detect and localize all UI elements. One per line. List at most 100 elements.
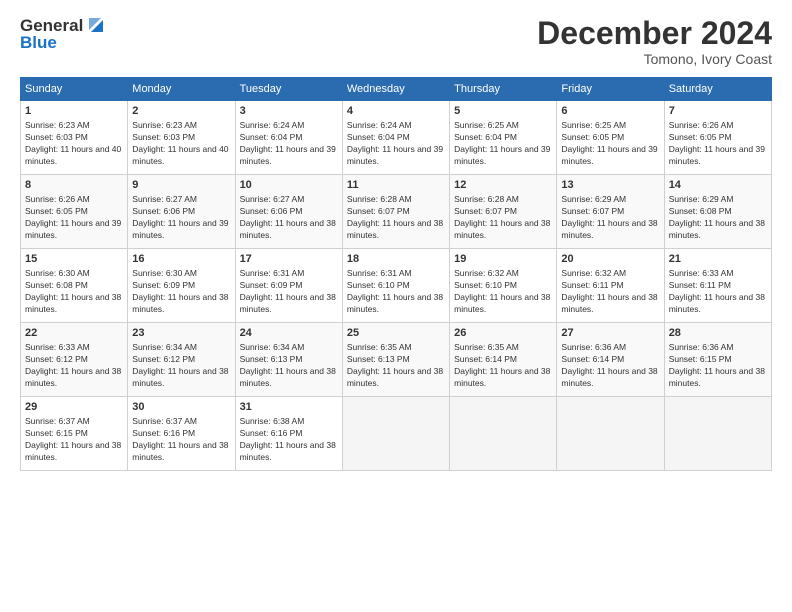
day-number: 14	[669, 178, 767, 193]
day-info: Sunrise: 6:33 AMSunset: 6:12 PMDaylight:…	[25, 342, 123, 390]
calendar-cell: 18Sunrise: 6:31 AMSunset: 6:10 PMDayligh…	[342, 249, 449, 323]
day-number: 22	[25, 326, 123, 341]
calendar-cell: 23Sunrise: 6:34 AMSunset: 6:12 PMDayligh…	[128, 323, 235, 397]
weekday-header-row: SundayMondayTuesdayWednesdayThursdayFrid…	[21, 78, 772, 101]
calendar-cell: 15Sunrise: 6:30 AMSunset: 6:08 PMDayligh…	[21, 249, 128, 323]
day-number: 26	[454, 326, 552, 341]
day-number: 23	[132, 326, 230, 341]
day-info: Sunrise: 6:34 AMSunset: 6:12 PMDaylight:…	[132, 342, 230, 390]
day-info: Sunrise: 6:25 AMSunset: 6:05 PMDaylight:…	[561, 120, 659, 168]
day-info: Sunrise: 6:36 AMSunset: 6:15 PMDaylight:…	[669, 342, 767, 390]
day-number: 10	[240, 178, 338, 193]
day-info: Sunrise: 6:31 AMSunset: 6:09 PMDaylight:…	[240, 268, 338, 316]
weekday-header-tuesday: Tuesday	[235, 78, 342, 101]
day-number: 2	[132, 104, 230, 119]
day-number: 4	[347, 104, 445, 119]
weekday-header-monday: Monday	[128, 78, 235, 101]
calendar-cell: 26Sunrise: 6:35 AMSunset: 6:14 PMDayligh…	[450, 323, 557, 397]
calendar-cell: 14Sunrise: 6:29 AMSunset: 6:08 PMDayligh…	[664, 175, 771, 249]
day-info: Sunrise: 6:27 AMSunset: 6:06 PMDaylight:…	[240, 194, 338, 242]
calendar-cell: 20Sunrise: 6:32 AMSunset: 6:11 PMDayligh…	[557, 249, 664, 323]
calendar-cell	[342, 397, 449, 471]
day-number: 8	[25, 178, 123, 193]
day-info: Sunrise: 6:36 AMSunset: 6:14 PMDaylight:…	[561, 342, 659, 390]
calendar-cell: 2Sunrise: 6:23 AMSunset: 6:03 PMDaylight…	[128, 101, 235, 175]
calendar-cell: 7Sunrise: 6:26 AMSunset: 6:05 PMDaylight…	[664, 101, 771, 175]
weekday-header-wednesday: Wednesday	[342, 78, 449, 101]
calendar-week-5: 29Sunrise: 6:37 AMSunset: 6:15 PMDayligh…	[21, 397, 772, 471]
day-info: Sunrise: 6:32 AMSunset: 6:11 PMDaylight:…	[561, 268, 659, 316]
calendar-week-4: 22Sunrise: 6:33 AMSunset: 6:12 PMDayligh…	[21, 323, 772, 397]
calendar-cell	[450, 397, 557, 471]
day-number: 19	[454, 252, 552, 267]
day-number: 12	[454, 178, 552, 193]
calendar-cell: 6Sunrise: 6:25 AMSunset: 6:05 PMDaylight…	[557, 101, 664, 175]
calendar-cell: 24Sunrise: 6:34 AMSunset: 6:13 PMDayligh…	[235, 323, 342, 397]
calendar-cell: 11Sunrise: 6:28 AMSunset: 6:07 PMDayligh…	[342, 175, 449, 249]
day-number: 5	[454, 104, 552, 119]
day-info: Sunrise: 6:28 AMSunset: 6:07 PMDaylight:…	[347, 194, 445, 242]
calendar-cell: 9Sunrise: 6:27 AMSunset: 6:06 PMDaylight…	[128, 175, 235, 249]
calendar-cell: 10Sunrise: 6:27 AMSunset: 6:06 PMDayligh…	[235, 175, 342, 249]
day-info: Sunrise: 6:25 AMSunset: 6:04 PMDaylight:…	[454, 120, 552, 168]
title-area: December 2024 Tomono, Ivory Coast	[537, 16, 772, 67]
day-info: Sunrise: 6:37 AMSunset: 6:15 PMDaylight:…	[25, 416, 123, 464]
calendar-cell: 13Sunrise: 6:29 AMSunset: 6:07 PMDayligh…	[557, 175, 664, 249]
calendar-cell: 8Sunrise: 6:26 AMSunset: 6:05 PMDaylight…	[21, 175, 128, 249]
weekday-header-friday: Friday	[557, 78, 664, 101]
day-number: 7	[669, 104, 767, 119]
day-number: 25	[347, 326, 445, 341]
calendar-cell: 3Sunrise: 6:24 AMSunset: 6:04 PMDaylight…	[235, 101, 342, 175]
day-info: Sunrise: 6:26 AMSunset: 6:05 PMDaylight:…	[25, 194, 123, 242]
calendar-cell: 1Sunrise: 6:23 AMSunset: 6:03 PMDaylight…	[21, 101, 128, 175]
logo-triangle-icon	[85, 14, 107, 36]
calendar-cell: 31Sunrise: 6:38 AMSunset: 6:16 PMDayligh…	[235, 397, 342, 471]
calendar-cell	[557, 397, 664, 471]
day-number: 11	[347, 178, 445, 193]
day-number: 28	[669, 326, 767, 341]
day-number: 21	[669, 252, 767, 267]
day-info: Sunrise: 6:26 AMSunset: 6:05 PMDaylight:…	[669, 120, 767, 168]
day-info: Sunrise: 6:30 AMSunset: 6:09 PMDaylight:…	[132, 268, 230, 316]
weekday-header-thursday: Thursday	[450, 78, 557, 101]
day-number: 15	[25, 252, 123, 267]
weekday-header-sunday: Sunday	[21, 78, 128, 101]
calendar-cell: 19Sunrise: 6:32 AMSunset: 6:10 PMDayligh…	[450, 249, 557, 323]
calendar-cell: 16Sunrise: 6:30 AMSunset: 6:09 PMDayligh…	[128, 249, 235, 323]
day-number: 3	[240, 104, 338, 119]
calendar-cell: 28Sunrise: 6:36 AMSunset: 6:15 PMDayligh…	[664, 323, 771, 397]
day-info: Sunrise: 6:33 AMSunset: 6:11 PMDaylight:…	[669, 268, 767, 316]
day-info: Sunrise: 6:24 AMSunset: 6:04 PMDaylight:…	[240, 120, 338, 168]
logo-blue: Blue	[20, 33, 57, 53]
day-number: 6	[561, 104, 659, 119]
day-number: 24	[240, 326, 338, 341]
day-number: 16	[132, 252, 230, 267]
day-number: 1	[25, 104, 123, 119]
day-number: 27	[561, 326, 659, 341]
calendar-cell: 21Sunrise: 6:33 AMSunset: 6:11 PMDayligh…	[664, 249, 771, 323]
calendar-table: SundayMondayTuesdayWednesdayThursdayFrid…	[20, 77, 772, 471]
day-info: Sunrise: 6:30 AMSunset: 6:08 PMDaylight:…	[25, 268, 123, 316]
calendar-cell	[664, 397, 771, 471]
calendar-week-2: 8Sunrise: 6:26 AMSunset: 6:05 PMDaylight…	[21, 175, 772, 249]
weekday-header-saturday: Saturday	[664, 78, 771, 101]
day-info: Sunrise: 6:24 AMSunset: 6:04 PMDaylight:…	[347, 120, 445, 168]
day-info: Sunrise: 6:29 AMSunset: 6:07 PMDaylight:…	[561, 194, 659, 242]
calendar-cell: 30Sunrise: 6:37 AMSunset: 6:16 PMDayligh…	[128, 397, 235, 471]
day-number: 9	[132, 178, 230, 193]
day-number: 20	[561, 252, 659, 267]
day-info: Sunrise: 6:38 AMSunset: 6:16 PMDaylight:…	[240, 416, 338, 464]
calendar-cell: 22Sunrise: 6:33 AMSunset: 6:12 PMDayligh…	[21, 323, 128, 397]
calendar-cell: 25Sunrise: 6:35 AMSunset: 6:13 PMDayligh…	[342, 323, 449, 397]
day-number: 30	[132, 400, 230, 415]
calendar-week-1: 1Sunrise: 6:23 AMSunset: 6:03 PMDaylight…	[21, 101, 772, 175]
calendar-week-3: 15Sunrise: 6:30 AMSunset: 6:08 PMDayligh…	[21, 249, 772, 323]
day-number: 18	[347, 252, 445, 267]
logo: General Blue	[20, 16, 107, 53]
day-info: Sunrise: 6:37 AMSunset: 6:16 PMDaylight:…	[132, 416, 230, 464]
location: Tomono, Ivory Coast	[537, 51, 772, 67]
calendar-cell: 17Sunrise: 6:31 AMSunset: 6:09 PMDayligh…	[235, 249, 342, 323]
month-title: December 2024	[537, 16, 772, 51]
calendar-cell: 4Sunrise: 6:24 AMSunset: 6:04 PMDaylight…	[342, 101, 449, 175]
calendar-cell: 5Sunrise: 6:25 AMSunset: 6:04 PMDaylight…	[450, 101, 557, 175]
